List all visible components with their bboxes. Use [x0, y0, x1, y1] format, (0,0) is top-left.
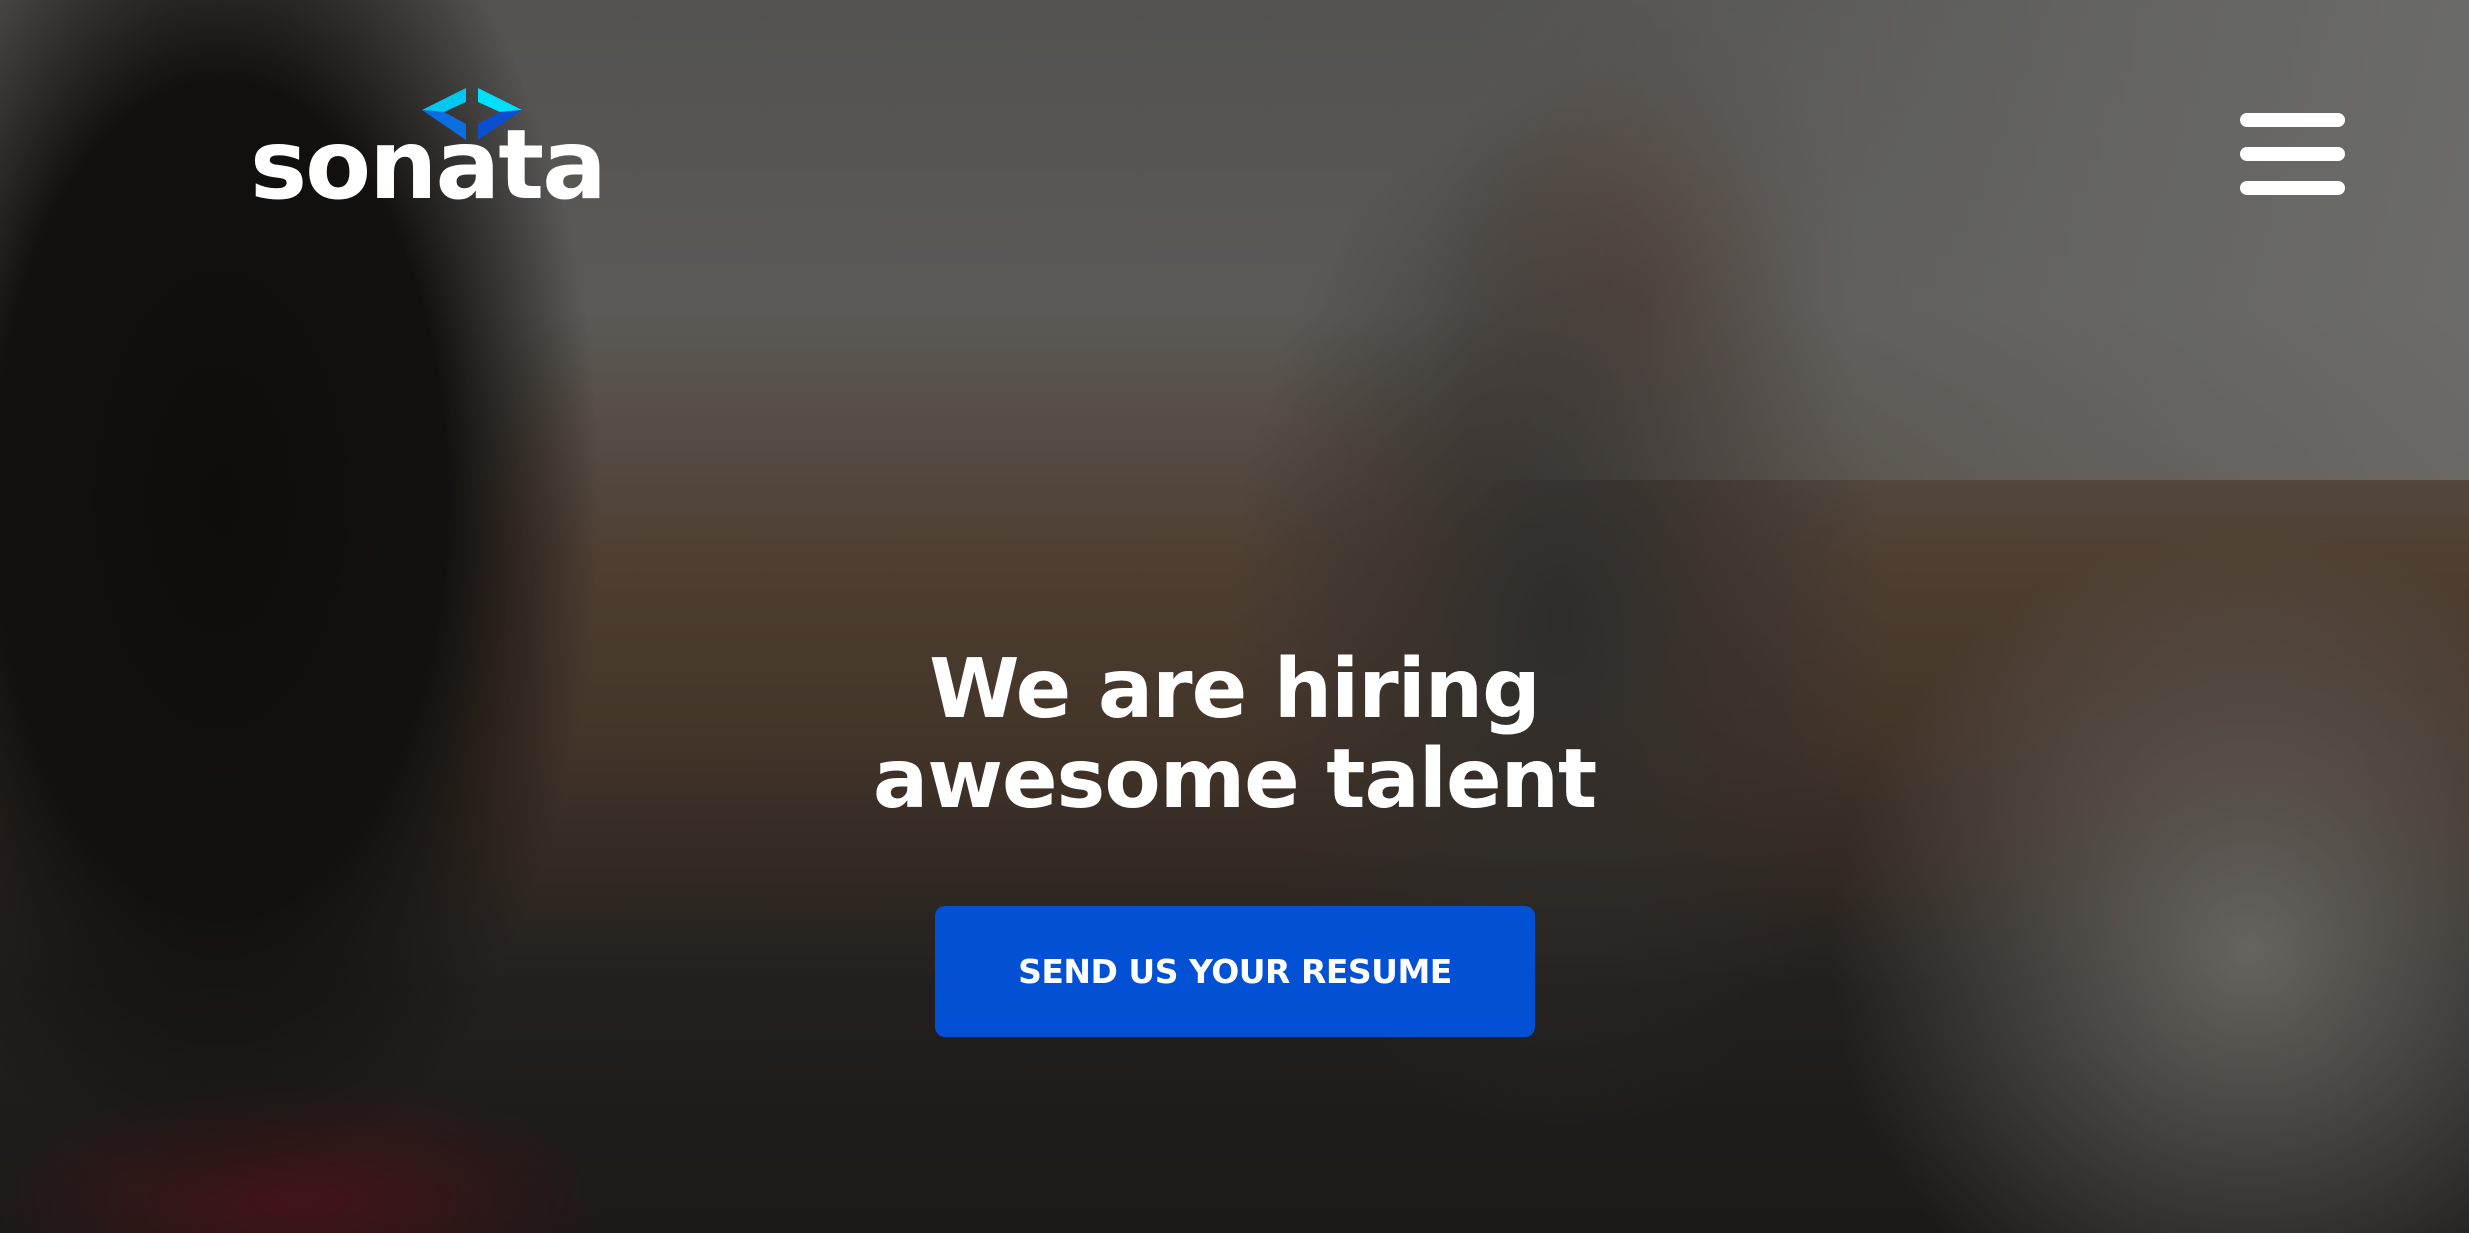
hero-headline: We are hiring awesome talent: [0, 645, 2469, 825]
send-resume-button[interactable]: SEND US YOUR RESUME: [935, 906, 1535, 1037]
hamburger-menu-icon[interactable]: [2240, 113, 2345, 195]
hero-content: We are hiring awesome talent: [0, 645, 2469, 825]
sonata-logo[interactable]: sonata: [250, 88, 607, 213]
headline-line-1: We are hiring: [929, 642, 1541, 737]
headline-line-2: awesome talent: [872, 732, 1597, 827]
logo-wordmark: sonata: [250, 109, 607, 221]
